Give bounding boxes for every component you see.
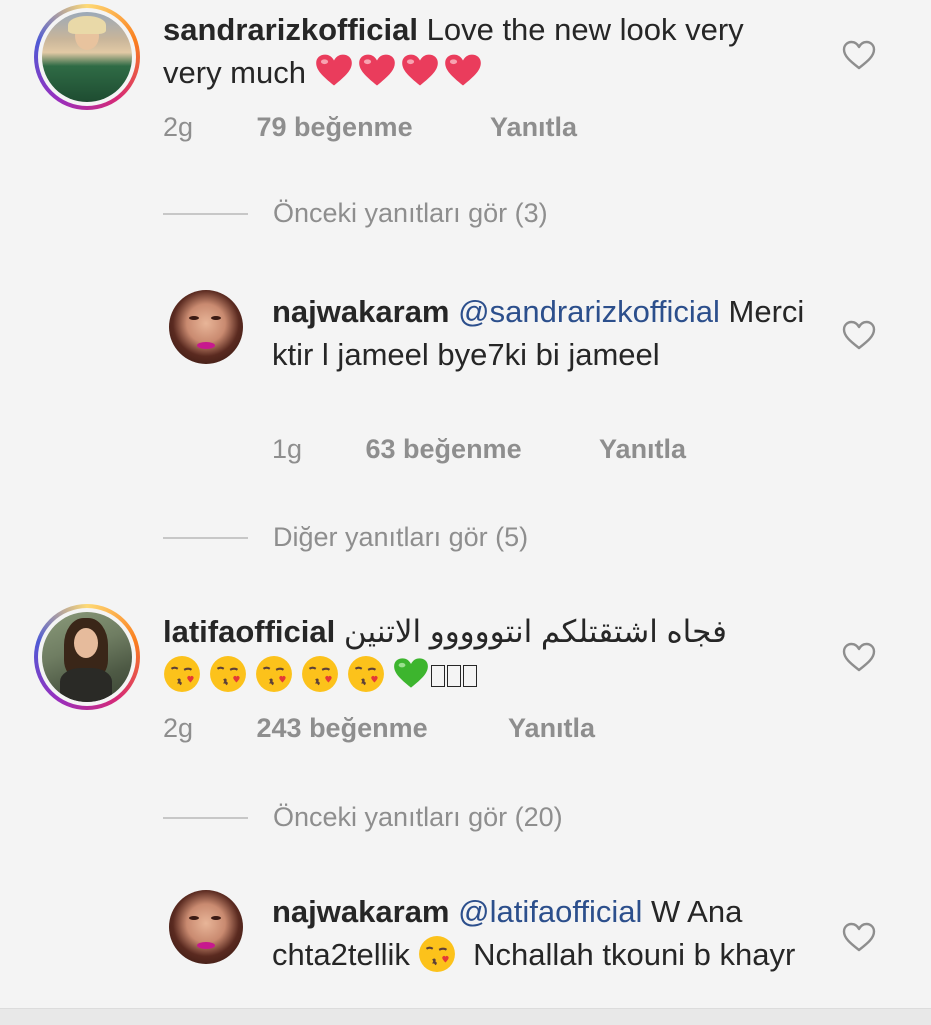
reply-najwakaram: najwakaram @sandrarizkofficial Merci kti… xyxy=(0,280,931,480)
kissing-face-icon xyxy=(256,656,292,692)
divider-line xyxy=(163,816,248,819)
comment-latifaofficial: latifaofficial فجاه اشتقتلكم انتووووو ال… xyxy=(0,600,931,760)
missing-glyph-box xyxy=(463,665,477,687)
kissing-face-icon xyxy=(210,656,246,692)
comment-meta: 2g 79 beğenme Yanıtla xyxy=(163,112,577,143)
username[interactable]: sandrarizkofficial xyxy=(163,12,418,47)
username[interactable]: najwakaram xyxy=(272,294,450,329)
kissing-face-icon xyxy=(348,656,384,692)
reply-time: 1g xyxy=(272,434,303,464)
reply-button[interactable]: Yanıtla xyxy=(508,713,595,744)
comment-sandrarizkofficial: sandrarizkofficial Love the new look ver… xyxy=(0,0,931,160)
reply-body-end: Nchallah tkouni b khayr xyxy=(473,937,796,972)
kissing-face-icon xyxy=(164,656,200,692)
avatar-story-ring[interactable] xyxy=(34,4,140,110)
view-replies-label: Önceki yanıtları gör (3) xyxy=(273,198,548,228)
green-heart-icon xyxy=(394,658,428,688)
red-heart-icon xyxy=(315,54,352,86)
divider-line xyxy=(163,212,248,215)
red-heart-icon xyxy=(358,54,395,86)
heart-outline-icon[interactable] xyxy=(842,40,876,70)
view-more-replies-button[interactable]: Diğer yanıtları gör (5) xyxy=(163,522,528,553)
view-replies-label: Önceki yanıtları gör (20) xyxy=(273,802,563,832)
red-heart-emojis xyxy=(315,54,487,90)
avatar-najwakaram[interactable] xyxy=(169,890,243,964)
reply-meta: 1g 63 beğenme Yanıtla xyxy=(272,434,686,465)
comment-meta: 2g 243 beğenme Yanıtla xyxy=(163,713,595,744)
username[interactable]: latifaofficial xyxy=(163,614,335,649)
reply-button[interactable]: Yanıtla xyxy=(490,112,577,143)
likes-count[interactable]: 63 beğenme xyxy=(366,434,592,465)
red-heart-icon xyxy=(401,54,438,86)
view-replies-label: Diğer yanıtları gör (5) xyxy=(273,522,529,552)
avatar-story-ring[interactable] xyxy=(34,604,140,710)
bottom-input-bar-edge xyxy=(0,1008,931,1025)
likes-count[interactable]: 243 beğenme xyxy=(257,713,501,744)
comment-time: 2g xyxy=(163,713,194,743)
kissing-face-icon xyxy=(419,936,456,972)
heart-outline-icon[interactable] xyxy=(842,642,876,672)
view-previous-replies-button[interactable]: Önceki yanıtları gör (3) xyxy=(163,198,548,229)
reply-text: najwakaram @latifaofficial W Ana chta2te… xyxy=(272,890,812,976)
view-previous-replies-button[interactable]: Önceki yanıtları gör (20) xyxy=(163,802,563,833)
likes-count[interactable]: 79 beğenme xyxy=(257,112,483,143)
avatar-latifaofficial xyxy=(42,612,132,702)
red-heart-icon xyxy=(444,54,481,86)
mention-link[interactable]: @latifaofficial xyxy=(458,894,642,929)
comment-text: sandrarizkofficial Love the new look ver… xyxy=(163,8,803,94)
username[interactable]: najwakaram xyxy=(272,894,450,929)
avatar-najwakaram[interactable] xyxy=(169,290,243,364)
reply-najwakaram: najwakaram @latifaofficial W Ana chta2te… xyxy=(0,880,931,1008)
heart-outline-icon[interactable] xyxy=(842,922,876,952)
comment-text: latifaofficial فجاه اشتقتلكم انتووووو ال… xyxy=(163,610,803,696)
kiss-emojis xyxy=(163,656,477,692)
heart-outline-icon[interactable] xyxy=(842,320,876,350)
missing-glyph-box xyxy=(431,665,445,687)
reply-button[interactable]: Yanıtla xyxy=(599,434,686,465)
reply-text: najwakaram @sandrarizkofficial Merci kti… xyxy=(272,290,812,376)
comment-body: فجاه اشتقتلكم انتووووو الاتنين xyxy=(343,614,727,649)
avatar-sandrarizkofficial xyxy=(42,12,132,102)
comment-time: 2g xyxy=(163,112,194,142)
missing-glyph-box xyxy=(447,665,461,687)
kissing-face-icon xyxy=(302,656,338,692)
divider-line xyxy=(163,536,248,539)
mention-link[interactable]: @sandrarizkofficial xyxy=(458,294,720,329)
